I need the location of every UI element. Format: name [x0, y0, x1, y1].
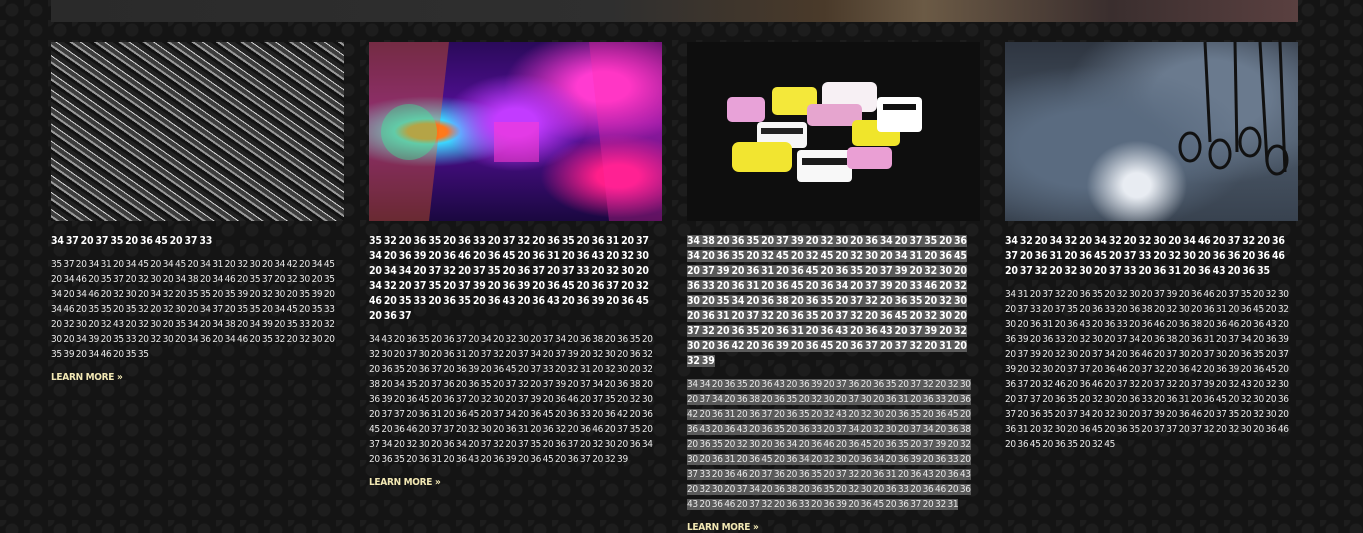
- top-banner-image: [51, 0, 1298, 22]
- card-excerpt: 34 43 20 36 35 20 36 37 20 34 20 32 30 2…: [369, 334, 653, 465]
- card-image-licorice-candy[interactable]: [687, 42, 980, 221]
- article-card-2: 35 32 20 36 35 20 36 33 20 37 32 20 36 3…: [369, 42, 662, 488]
- candy-artwork: [727, 82, 922, 182]
- learn-more-link[interactable]: LEARN MORE »: [369, 477, 662, 488]
- card-title[interactable]: 34 32 20 34 32 20 34 32 20 32 30 20 34 4…: [1005, 234, 1298, 279]
- neon-room-artwork: [369, 42, 662, 221]
- card-title[interactable]: 35 32 20 36 35 20 36 33 20 37 32 20 36 3…: [369, 234, 662, 324]
- card-image-surgery[interactable]: [1005, 42, 1298, 221]
- card-excerpt: 35 37 20 34 31 20 34 45 20 34 45 20 34 3…: [51, 259, 335, 360]
- card-excerpt: 34 34 20 36 35 20 36 43 20 36 39 20 37 3…: [687, 379, 971, 510]
- article-card-1: 34 37 20 37 35 20 36 45 20 37 33 35 37 2…: [51, 42, 344, 383]
- learn-more-link[interactable]: LEARN MORE »: [51, 372, 344, 383]
- card-excerpt: 34 31 20 37 32 20 36 35 20 32 30 20 37 3…: [1005, 289, 1289, 450]
- article-card-4: 34 32 20 34 32 20 34 32 20 32 30 20 34 4…: [1005, 42, 1298, 452]
- card-title[interactable]: 34 37 20 37 35 20 36 45 20 37 33: [51, 234, 344, 249]
- card-image-neon-room[interactable]: [369, 42, 662, 221]
- learn-more-link[interactable]: LEARN MORE »: [687, 522, 980, 533]
- card-title[interactable]: 34 38 20 36 35 20 37 39 20 32 30 20 36 3…: [687, 234, 980, 369]
- article-card-3: 34 38 20 36 35 20 37 39 20 32 30 20 36 3…: [687, 42, 980, 533]
- card-image-bullets[interactable]: [51, 42, 344, 221]
- surgical-instruments-artwork: [1178, 42, 1289, 176]
